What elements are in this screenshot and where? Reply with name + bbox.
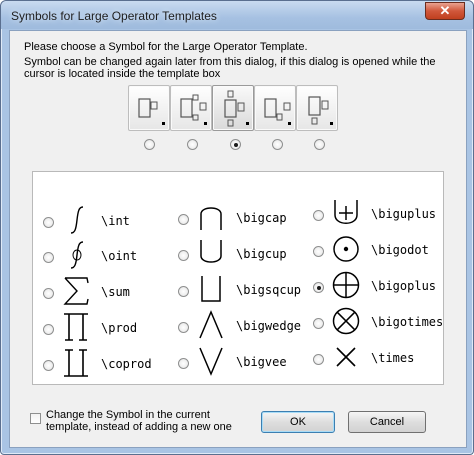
symbol-radio[interactable] <box>43 217 54 228</box>
symbol-option-bigodot[interactable]: \bigodot <box>313 234 441 264</box>
cancel-button[interactable]: Cancel <box>348 411 426 433</box>
window-title: Symbols for Large Operator Templates <box>11 9 217 23</box>
big-square-union-icon <box>201 276 221 302</box>
symbol-radio[interactable] <box>178 322 189 333</box>
symbol-label: \times <box>371 351 415 365</box>
template-variant-limits-under[interactable] <box>296 85 338 131</box>
template-marker <box>288 122 291 125</box>
product-icon <box>64 313 88 341</box>
integral-icon <box>70 206 84 234</box>
template-limits-overunder-icon <box>224 90 245 127</box>
symbol-label: \int <box>101 214 130 228</box>
symbol-option-bigcap[interactable]: \bigcap <box>178 202 308 232</box>
title-bar[interactable]: Symbols for Large Operator Templates ✕ <box>1 1 473 29</box>
symbol-radio[interactable] <box>178 286 189 297</box>
symbol-label: \bigoplus <box>371 279 437 293</box>
template-radio-5[interactable] <box>314 139 325 150</box>
close-icon[interactable]: ✕ <box>425 2 465 20</box>
prompt-text: Please choose a Symbol for the Large Ope… <box>24 41 308 53</box>
symbol-option-times[interactable]: \times <box>313 342 441 372</box>
template-radio-2[interactable] <box>187 139 198 150</box>
sum-icon <box>63 277 89 305</box>
template-radio-1[interactable] <box>144 139 155 150</box>
template-variant-limits-sub[interactable] <box>254 85 296 131</box>
symbol-label: \bigsqcup <box>236 283 302 297</box>
symbol-radio[interactable] <box>313 246 324 257</box>
symbol-radio[interactable] <box>43 324 54 335</box>
symbol-option-oint[interactable]: \oint <box>43 240 163 270</box>
symbol-radio[interactable] <box>313 210 324 221</box>
note-text: Symbol can be changed again later from t… <box>24 56 436 80</box>
big-odot-icon <box>333 236 359 262</box>
symbol-radio[interactable] <box>178 214 189 225</box>
symbol-label: \oint <box>101 249 138 263</box>
coproduct-icon <box>64 349 88 377</box>
symbol-option-bigvee[interactable]: \bigvee <box>178 346 308 376</box>
symbol-label: \bigcup <box>236 247 287 261</box>
symbol-radio[interactable] <box>178 358 189 369</box>
dialog-body: Please choose a Symbol for the Large Ope… <box>9 30 467 448</box>
symbol-option-bigotimes[interactable]: \bigotimes <box>313 306 444 336</box>
symbol-label: \bigcap <box>236 211 287 225</box>
big-uplus-icon <box>334 200 358 224</box>
big-vee-icon <box>199 347 223 376</box>
symbol-radio[interactable] <box>43 288 54 299</box>
template-variant-limits-right[interactable] <box>128 85 170 131</box>
big-oplus-icon <box>332 271 360 299</box>
template-variant-strip <box>128 85 340 131</box>
symbol-radio[interactable] <box>313 354 324 365</box>
template-marker <box>246 122 249 125</box>
symbol-option-sum[interactable]: \sum <box>43 276 163 306</box>
ok-button[interactable]: OK <box>261 411 335 433</box>
dialog-window: Symbols for Large Operator Templates ✕ P… <box>0 0 474 455</box>
symbol-option-bigwedge[interactable]: \bigwedge <box>178 310 308 340</box>
template-radio-4[interactable] <box>272 139 283 150</box>
symbol-option-bigoplus[interactable]: \bigoplus <box>313 270 441 300</box>
symbol-option-prod[interactable]: \prod <box>43 312 163 342</box>
symbol-label: \coprod <box>101 357 152 371</box>
symbol-label: \sum <box>101 285 130 299</box>
symbol-option-biguplus[interactable]: \biguplus <box>313 198 441 228</box>
times-icon <box>336 347 356 367</box>
symbol-label: \bigodot <box>371 243 429 257</box>
symbol-option-bigcup[interactable]: \bigcup <box>178 238 308 268</box>
symbol-label: \bigwedge <box>236 319 302 333</box>
template-radio-3[interactable] <box>230 139 241 150</box>
symbol-list-panel: \int \oint \sum \prod \coprod \bigcap \b… <box>32 171 444 385</box>
template-marker <box>330 122 333 125</box>
template-marker <box>162 122 165 125</box>
symbol-label: \prod <box>101 321 138 335</box>
symbol-radio[interactable] <box>313 318 324 329</box>
symbol-radio[interactable] <box>43 360 54 371</box>
change-symbol-label: Change the Symbol in the current templat… <box>46 409 232 433</box>
big-otimes-icon <box>332 307 360 335</box>
symbol-label: \bigvee <box>236 355 287 369</box>
template-marker <box>204 122 207 125</box>
symbol-option-bigsqcup[interactable]: \bigsqcup <box>178 274 308 304</box>
template-limits-right-icon <box>138 98 158 118</box>
template-limits-sub-icon <box>264 98 291 121</box>
big-intersection-icon <box>200 207 222 230</box>
symbol-label: \bigotimes <box>371 315 444 329</box>
template-limits-under-icon <box>308 96 329 125</box>
template-limits-subsup-icon <box>180 94 207 121</box>
big-wedge-icon <box>199 310 223 339</box>
symbol-radio[interactable] <box>43 252 54 263</box>
symbol-option-coprod[interactable]: \coprod <box>43 348 163 378</box>
template-variant-limits-subsup[interactable] <box>170 85 212 131</box>
big-union-icon <box>200 240 222 263</box>
contour-integral-icon <box>70 241 84 269</box>
symbol-label: \biguplus <box>371 207 437 221</box>
symbol-option-int[interactable]: \int <box>43 205 163 235</box>
template-variant-limits-overunder[interactable] <box>212 85 254 131</box>
change-symbol-checkbox[interactable] <box>30 413 41 424</box>
symbol-radio[interactable] <box>313 282 324 293</box>
symbol-radio[interactable] <box>178 250 189 261</box>
